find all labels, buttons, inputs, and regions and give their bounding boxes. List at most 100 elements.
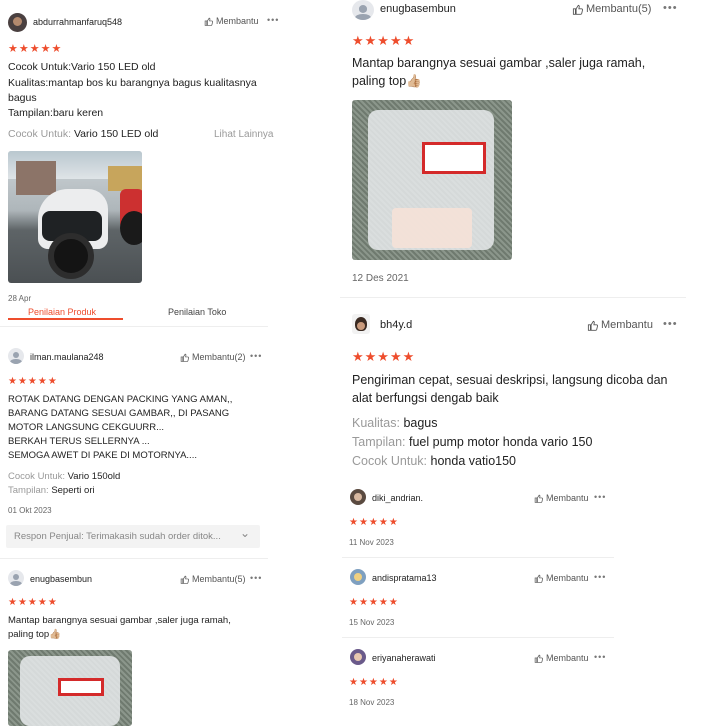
list-item: andispratama13 Membantu ••• ★★★★★ 15 Nov… [342, 565, 614, 637]
star-rating: ★★★★★ [352, 349, 416, 364]
review-text-line: Mantap barangnya sesuai gambar ,saler ju… [352, 56, 646, 70]
divider [0, 558, 268, 559]
more-icon[interactable]: ••• [250, 351, 262, 361]
helpful-label: Membantu [546, 493, 589, 503]
attribute-row: Cocok Untuk: honda vatio150 [352, 454, 516, 468]
review-text-line: ROTAK DATANG DENGAN PACKING YANG AMAN,, [8, 394, 233, 405]
star-rating: ★★★★★ [8, 597, 58, 608]
thumbs-up-icon [180, 353, 189, 362]
helpful-label: Membantu [216, 16, 259, 26]
review-photo[interactable] [352, 100, 512, 260]
attribute-key: Tampilan: [8, 485, 49, 496]
more-icon[interactable]: ••• [594, 572, 606, 582]
attribute-row: Tampilan: fuel pump motor honda vario 15… [352, 435, 592, 449]
avatar[interactable] [8, 13, 27, 32]
avatar[interactable] [350, 489, 366, 505]
thumbs-up-icon [587, 320, 598, 331]
attribute-key: Kualitas: [352, 416, 400, 430]
review-date: 12 Des 2021 [352, 273, 409, 284]
username[interactable]: enugbasembun [30, 574, 92, 584]
helpful-button[interactable]: Membantu [534, 653, 589, 663]
attribute-key: Tampilan: [352, 435, 406, 449]
tab-shop-reviews[interactable]: Penilaian Toko [168, 307, 226, 317]
attribute-value: Vario 150 LED old [73, 128, 159, 140]
more-icon[interactable]: ••• [594, 652, 606, 662]
username[interactable]: abdurrahmanfaruq548 [33, 17, 122, 27]
list-item: eriyanaherawati Membantu ••• ★★★★★ 18 No… [342, 645, 614, 717]
attribute-value: honda vatio150 [430, 454, 517, 468]
avatar[interactable] [8, 348, 24, 364]
see-more-link[interactable]: Lihat Lainnya [214, 129, 274, 140]
attribute-value: Vario 150old [67, 471, 121, 482]
divider [340, 297, 686, 298]
helpful-label: Membantu [601, 319, 653, 331]
helpful-button[interactable]: Membantu [534, 493, 589, 503]
thumbs-up-icon [204, 17, 213, 26]
attribute-value: bagus [403, 416, 438, 430]
attribute-row: Cocok Untuk: Vario 150 LED old [8, 128, 158, 140]
username[interactable]: ilman.maulana248 [30, 352, 104, 362]
more-icon[interactable]: ••• [250, 573, 262, 583]
thumbs-up-icon [534, 494, 543, 503]
username[interactable]: andispratama13 [372, 573, 437, 583]
review-date: 18 Nov 2023 [349, 698, 395, 707]
attribute-key: Cocok Untuk: [8, 471, 66, 482]
attribute-row: Tampilan: Seperti ori [8, 485, 95, 496]
helpful-button[interactable]: Membantu [534, 573, 589, 583]
helpful-button[interactable]: Membantu [587, 319, 653, 331]
review-text-line: Tampilan:baru keren [8, 107, 104, 119]
review-text-line: paling top👍🏼 [8, 629, 62, 640]
star-rating: ★★★★★ [349, 677, 399, 688]
avatar[interactable] [8, 570, 24, 586]
review-text-line: Mantap barangnya sesuai gambar ,saler ju… [8, 615, 231, 626]
avatar[interactable] [352, 0, 374, 20]
attribute-row: Cocok Untuk: Vario 150old [8, 471, 120, 482]
star-rating: ★★★★★ [349, 517, 399, 528]
thumbs-up-icon [534, 654, 543, 663]
review-date: 28 Apr [8, 294, 32, 303]
review-text-line: Kualitas:mantap bos ku barangnya bagus k… [8, 77, 257, 89]
avatar[interactable] [350, 569, 366, 585]
review-photo[interactable] [8, 151, 142, 283]
attribute-key: Cocok Untuk: [352, 454, 428, 468]
helpful-button[interactable]: Membantu(5) [572, 3, 651, 15]
username[interactable]: bh4y.d [380, 319, 412, 331]
review-photo[interactable] [8, 650, 132, 726]
more-icon[interactable]: ••• [663, 2, 678, 14]
helpful-label: Membantu [546, 653, 589, 663]
review-text-line: Pengiriman cepat, sesuai deskripsi, lang… [352, 373, 668, 387]
review-text-line: MOTOR LANGSUNG CEKGUURR... [8, 422, 165, 433]
divider [342, 557, 614, 558]
chevron-down-icon[interactable]: ⌄ [240, 526, 250, 540]
review-text-line: alat berfungsi dengab baik [352, 391, 499, 405]
helpful-button[interactable]: Membantu(2) [180, 352, 246, 362]
tab-product-reviews[interactable]: Penilaian Produk [28, 307, 96, 317]
review-text-line: SEMOGA AWET DI PAKE DI MOTORNYA.... [8, 450, 197, 461]
helpful-button[interactable]: Membantu [204, 16, 259, 26]
more-icon[interactable]: ••• [594, 492, 606, 502]
username[interactable]: eriyanaherawati [372, 653, 436, 663]
review-date: 11 Nov 2023 [349, 538, 394, 547]
attribute-value: fuel pump motor honda vario 150 [408, 435, 593, 449]
divider [342, 637, 614, 638]
seller-reply-box[interactable]: Respon Penjual: Terimakasih sudah order … [6, 525, 260, 548]
review-text-line: paling top👍🏼 [352, 74, 422, 88]
divider [0, 326, 268, 327]
review-text-line: BERKAH TERUS SELLERNYA ... [8, 436, 150, 447]
thumbs-up-icon [180, 575, 189, 584]
list-item: diki_andrian. Membantu ••• ★★★★★ 11 Nov … [342, 485, 614, 557]
avatar[interactable] [352, 314, 370, 334]
star-rating: ★★★★★ [349, 597, 399, 608]
username[interactable]: enugbasembun [380, 3, 456, 15]
more-icon[interactable]: ••• [663, 318, 678, 330]
review-text-line: bagus [8, 92, 37, 104]
helpful-label: Membantu(5) [586, 3, 652, 15]
username[interactable]: diki_andrian. [372, 493, 423, 503]
helpful-button[interactable]: Membantu(5) [180, 574, 246, 584]
avatar[interactable] [350, 649, 366, 665]
attribute-key: Cocok Untuk: [8, 128, 72, 140]
more-icon[interactable]: ••• [267, 15, 279, 25]
review-date: 15 Nov 2023 [349, 618, 395, 627]
review-text-line: BARANG DATANG SESUAI GAMBAR,, DI PASANG [8, 408, 230, 419]
helpful-label: Membantu(2) [192, 352, 246, 362]
